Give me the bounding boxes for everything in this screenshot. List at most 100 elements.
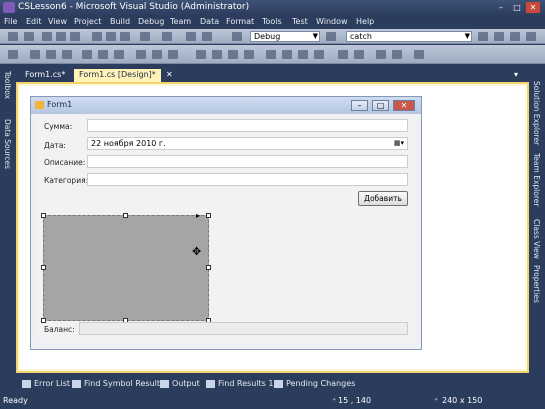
- properties-tab[interactable]: Properties: [532, 265, 541, 303]
- remove-spacing-icon[interactable]: [244, 50, 254, 59]
- size-to-grid-icon[interactable]: [152, 50, 162, 59]
- save-icon[interactable]: [56, 32, 66, 41]
- data-sources-tab[interactable]: Data Sources: [3, 119, 12, 169]
- output-tab[interactable]: Output: [172, 379, 200, 388]
- menu-file[interactable]: File: [4, 17, 17, 26]
- horizontal-spacing-icon[interactable]: [196, 50, 206, 59]
- send-to-back-icon[interactable]: [392, 50, 402, 59]
- form-minimize-button: –: [351, 100, 368, 111]
- make-same-width-icon[interactable]: [136, 50, 146, 59]
- solution-explorer-icon[interactable]: [494, 32, 504, 41]
- start-debugging-icon[interactable]: [232, 32, 242, 41]
- center-vertically-icon[interactable]: [354, 50, 364, 59]
- navigate-forward-icon[interactable]: [202, 32, 212, 41]
- error-list-tab[interactable]: Error List: [34, 379, 70, 388]
- copy-icon[interactable]: [106, 32, 116, 41]
- center-horizontally-icon[interactable]: [338, 50, 348, 59]
- standard-toolbar: Debug ▼ catch ▼: [0, 29, 545, 44]
- decrease-vspacing-icon[interactable]: [298, 50, 308, 59]
- tab-form1-design[interactable]: Form1.cs [Design]*: [74, 69, 161, 82]
- menu-build[interactable]: Build: [110, 17, 130, 26]
- document-tab-bar: Form1.cs* Form1.cs [Design]* ✕ ▾: [16, 67, 529, 82]
- close-button[interactable]: ✕: [526, 2, 540, 13]
- make-same-height-icon[interactable]: [168, 50, 178, 59]
- menu-project[interactable]: Project: [74, 17, 101, 26]
- calendar-dropdown-icon[interactable]: ▦▾: [394, 138, 404, 149]
- new-project-icon[interactable]: [8, 32, 18, 41]
- menu-test[interactable]: Test: [292, 17, 308, 26]
- increase-spacing-icon[interactable]: [212, 50, 222, 59]
- vertical-spacing-icon[interactable]: [266, 50, 276, 59]
- chevron-down-icon: ▼: [464, 32, 470, 40]
- find-combo[interactable]: catch ▼: [346, 31, 472, 42]
- save-all-icon[interactable]: [70, 32, 80, 41]
- form1-title-bar[interactable]: Form1 – □ ✕: [31, 97, 421, 114]
- resize-handle[interactable]: [41, 213, 46, 218]
- tab-form1-cs[interactable]: Form1.cs*: [20, 69, 70, 82]
- smart-tag-icon[interactable]: ▸: [196, 211, 200, 220]
- paste-icon[interactable]: [120, 32, 130, 41]
- solution-platform-icon[interactable]: [326, 32, 336, 41]
- remove-vspacing-icon[interactable]: [314, 50, 324, 59]
- toolbox-icon[interactable]: [526, 32, 536, 41]
- menu-format[interactable]: Format: [226, 17, 254, 26]
- balance-field[interactable]: [79, 322, 408, 335]
- class-view-tab[interactable]: Class View: [532, 219, 541, 259]
- tab-order-icon[interactable]: [414, 50, 424, 59]
- resize-handle[interactable]: [41, 265, 46, 270]
- navigate-backward-icon[interactable]: [186, 32, 196, 41]
- tab-dropdown-icon[interactable]: ▾: [512, 69, 520, 82]
- menu-data[interactable]: Data: [200, 17, 219, 26]
- find-results-tab[interactable]: Find Results 1: [218, 379, 273, 388]
- menu-window[interactable]: Window: [316, 17, 348, 26]
- undo-icon[interactable]: [140, 32, 150, 41]
- visual-studio-icon: [3, 2, 15, 13]
- close-tab-icon[interactable]: ✕: [164, 69, 175, 82]
- align-to-grid-icon[interactable]: [8, 50, 18, 59]
- menu-help[interactable]: Help: [356, 17, 374, 26]
- resize-handle[interactable]: [206, 213, 211, 218]
- minimize-button[interactable]: –: [494, 2, 508, 13]
- menu-view[interactable]: View: [48, 17, 67, 26]
- category-input[interactable]: [87, 173, 408, 186]
- toolbox-tab[interactable]: Toolbox: [3, 71, 12, 99]
- description-input[interactable]: [87, 155, 408, 168]
- find-in-files-icon[interactable]: [478, 32, 488, 41]
- cut-icon[interactable]: [92, 32, 102, 41]
- amount-label: Сумма:: [44, 122, 73, 131]
- date-picker[interactable]: 22 ноября 2010 г. ▦▾: [87, 137, 408, 150]
- align-centers-icon[interactable]: [46, 50, 56, 59]
- form1-title: Form1: [47, 100, 73, 109]
- pending-changes-tab[interactable]: Pending Changes: [286, 379, 355, 388]
- add-button[interactable]: Добавить: [358, 191, 408, 206]
- resize-handle[interactable]: [123, 213, 128, 218]
- menu-edit[interactable]: Edit: [26, 17, 42, 26]
- align-tops-icon[interactable]: [82, 50, 92, 59]
- error-list-icon: [22, 380, 31, 388]
- align-rights-icon[interactable]: [62, 50, 72, 59]
- menu-tools[interactable]: Tools: [262, 17, 282, 26]
- increase-vspacing-icon[interactable]: [282, 50, 292, 59]
- add-item-icon[interactable]: [24, 32, 34, 41]
- redo-icon[interactable]: [162, 32, 172, 41]
- selected-panel[interactable]: [43, 215, 209, 321]
- menu-debug[interactable]: Debug: [138, 17, 164, 26]
- resize-handle[interactable]: [206, 265, 211, 270]
- bottom-tool-tabs: Error List Find Symbol Results Output Fi…: [0, 376, 545, 392]
- decrease-spacing-icon[interactable]: [228, 50, 238, 59]
- align-bottoms-icon[interactable]: [114, 50, 124, 59]
- bring-to-front-icon[interactable]: [376, 50, 386, 59]
- amount-input[interactable]: [87, 119, 408, 132]
- solution-configuration-select[interactable]: Debug ▼: [250, 31, 320, 42]
- maximize-button[interactable]: □: [510, 2, 524, 13]
- properties-icon[interactable]: [510, 32, 520, 41]
- solution-explorer-tab[interactable]: Solution Explorer: [532, 81, 541, 145]
- open-file-icon[interactable]: [42, 32, 52, 41]
- form-close-button: ✕: [393, 100, 415, 111]
- align-middles-icon[interactable]: [98, 50, 108, 59]
- resize-handle[interactable]: [41, 318, 46, 323]
- menu-team[interactable]: Team: [170, 17, 191, 26]
- align-lefts-icon[interactable]: [30, 50, 40, 59]
- find-symbol-results-tab[interactable]: Find Symbol Results: [84, 379, 164, 388]
- team-explorer-tab[interactable]: Team Explorer: [532, 153, 541, 206]
